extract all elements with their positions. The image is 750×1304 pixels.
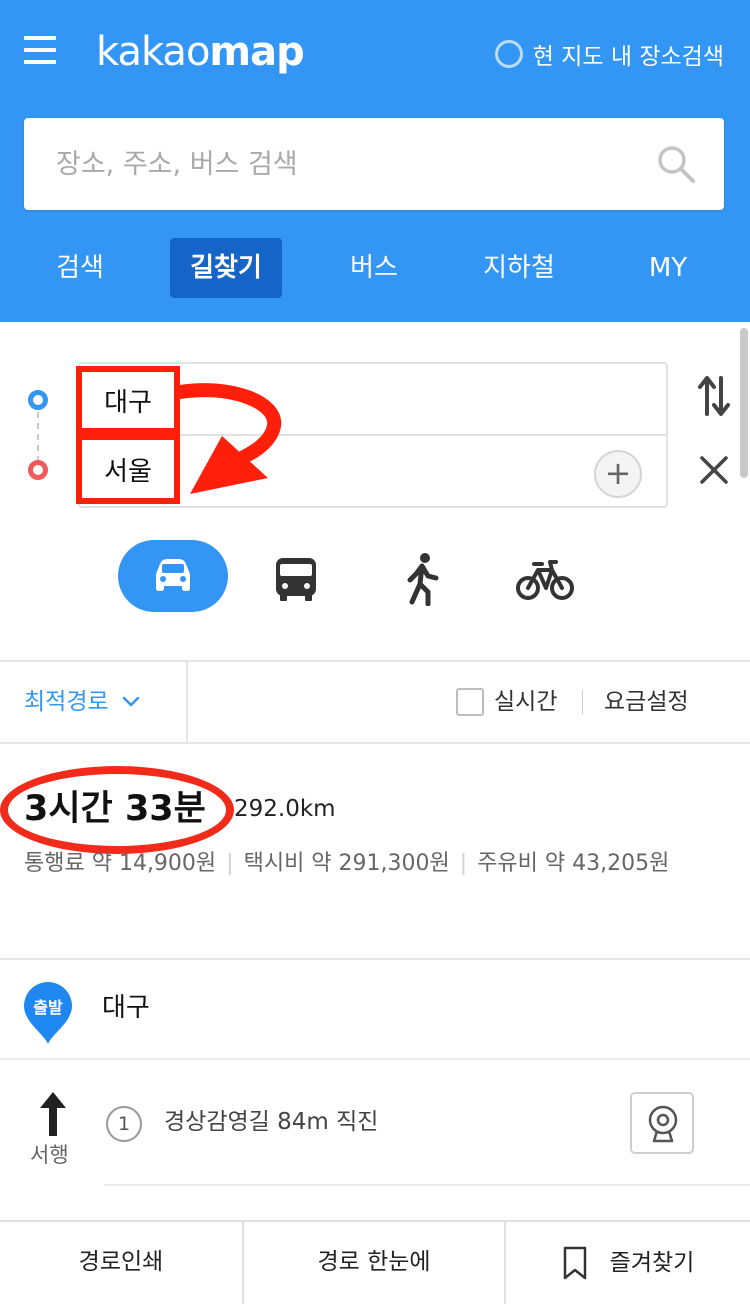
bookmark-icon xyxy=(563,1246,586,1280)
tab-search[interactable]: 검색 xyxy=(40,238,120,298)
bus-icon[interactable] xyxy=(270,554,322,604)
nav-tabs: 검색 길찾기 버스 지하철 MY xyxy=(0,238,750,298)
step-number: 1 xyxy=(106,1106,142,1142)
taxi-fee: 택시비 약 291,300원 xyxy=(243,851,450,876)
realtime-label: 실시간 xyxy=(494,689,558,715)
kakaomap-logo[interactable]: kakaomap xyxy=(96,28,305,76)
search-input[interactable] xyxy=(56,140,636,188)
roadview-button[interactable] xyxy=(630,1092,694,1154)
destination-dot-icon xyxy=(28,460,48,480)
mode-car-button[interactable] xyxy=(118,540,228,612)
car-icon xyxy=(156,559,190,591)
route-type-label: 최적경로 xyxy=(24,689,109,715)
radio-icon[interactable] xyxy=(494,40,523,68)
route-dashed-line xyxy=(37,412,39,462)
walk-icon[interactable] xyxy=(398,552,448,606)
direction-text: 서행 xyxy=(30,1143,69,1167)
swap-icon[interactable] xyxy=(696,374,732,418)
destination-text: 서울 xyxy=(104,456,152,487)
app-header: kakaomap 현 지도 내 장소검색 검색 길찾기 버스 지하철 MY xyxy=(0,0,750,322)
start-pin-icon: 출발 xyxy=(22,982,74,1046)
route-duration: 3시간 33분 xyxy=(24,789,206,829)
origin-field[interactable]: 대구 xyxy=(76,366,180,434)
favorite-button[interactable]: 즐겨찾기 xyxy=(506,1222,750,1304)
step-instruction: 경상감영길 84m 직진 xyxy=(164,1109,379,1135)
route-overview-button[interactable]: 경로 한눈에 xyxy=(244,1222,504,1304)
search-box xyxy=(24,118,724,210)
roadview-camera-icon xyxy=(648,1105,678,1143)
favorite-label: 즐겨찾기 xyxy=(609,1250,695,1276)
fee-setting-button[interactable]: 요금설정 xyxy=(604,682,689,722)
add-waypoint-button[interactable]: + xyxy=(594,450,642,498)
local-search-label: 현 지도 내 장소검색 xyxy=(532,44,724,70)
route-fees: 통행료 약 14,900원 | 택시비 약 291,300원 | 주유비 약 43,20… xyxy=(24,851,670,876)
start-place-name: 대구 xyxy=(102,993,150,1023)
fuel-cost: 주유비 약 43,205원 xyxy=(477,851,670,876)
route-distance: 292.0km xyxy=(234,796,336,822)
straight-arrow-icon xyxy=(40,1092,66,1136)
origin-text: 대구 xyxy=(104,387,152,418)
bike-icon[interactable] xyxy=(516,556,574,602)
toll-fee: 통행료 약 14,900원 xyxy=(24,851,217,876)
bottom-action-bar: 경로인쇄 경로 한눈에 즐겨찾기 xyxy=(0,1220,750,1304)
tab-subway[interactable]: 지하철 xyxy=(466,238,572,298)
print-route-button[interactable]: 경로인쇄 xyxy=(0,1222,242,1304)
origin-dot-icon xyxy=(28,390,48,410)
hamburger-menu-icon[interactable] xyxy=(24,36,58,64)
route-type-dropdown[interactable]: 최적경로 xyxy=(24,682,141,722)
route-input-panel: 대구 서울 xyxy=(0,322,750,660)
close-icon[interactable] xyxy=(698,454,730,486)
search-icon[interactable] xyxy=(656,144,696,184)
destination-field[interactable]: 서울 xyxy=(76,434,180,504)
scrollbar[interactable] xyxy=(740,328,748,478)
tab-my[interactable]: MY xyxy=(630,238,706,298)
realtime-checkbox[interactable] xyxy=(456,688,484,716)
chevron-down-icon xyxy=(122,696,139,707)
local-area-search-toggle[interactable]: 현 지도 내 장소검색 xyxy=(494,36,724,72)
tab-bus[interactable]: 버스 xyxy=(334,238,414,298)
start-badge-label: 출발 xyxy=(33,998,63,1017)
tab-directions[interactable]: 길찾기 xyxy=(170,238,282,298)
